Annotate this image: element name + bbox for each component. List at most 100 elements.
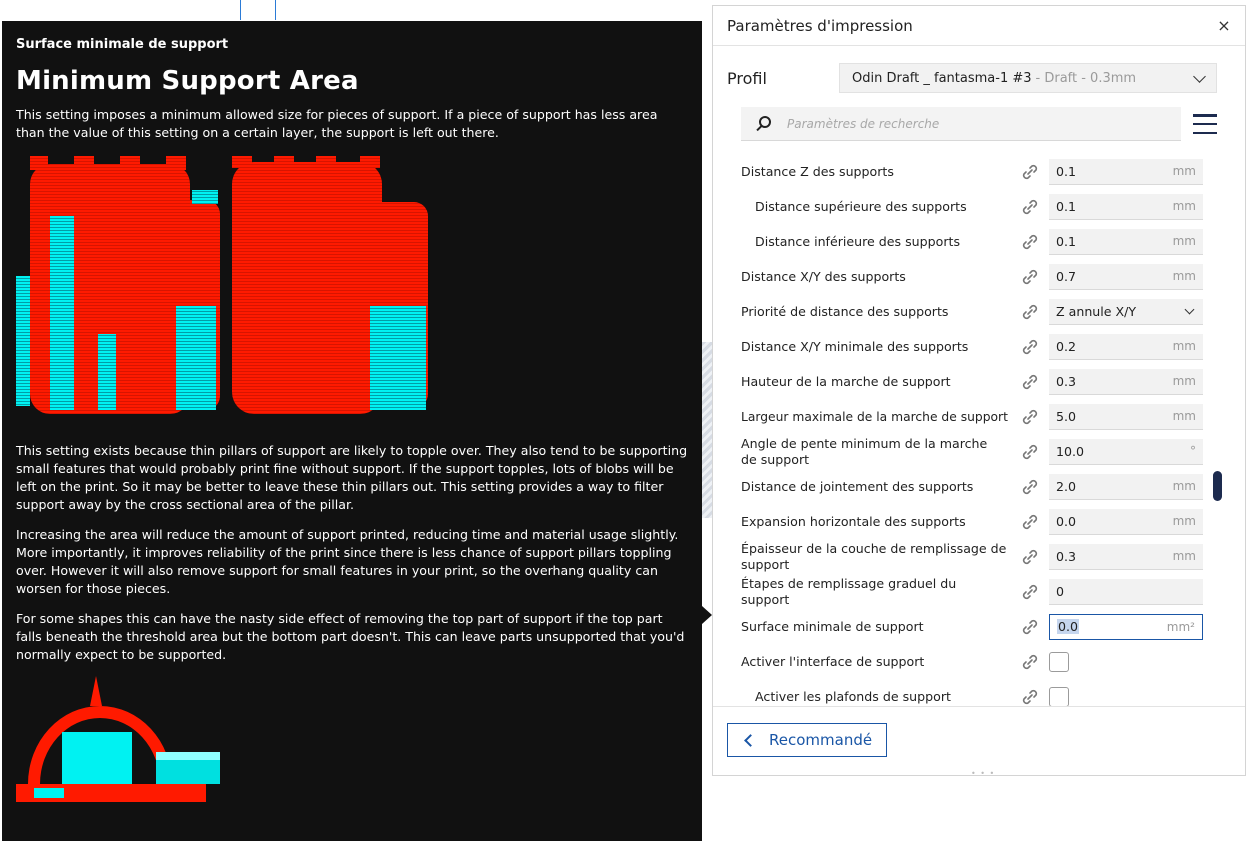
resize-handle[interactable]: • • • [971,769,995,778]
setting-label: Activer l'interface de support [741,653,925,669]
background-guide-line [275,0,276,20]
search-input[interactable] [787,116,1167,131]
link-icon[interactable] [1019,231,1041,253]
setting-value-input[interactable]: 0.3 mm [1049,543,1203,570]
tooltip-paragraph: This setting exists because thin pillars… [16,443,688,512]
background-guide-line [240,0,241,20]
tooltip-setting-name: Surface minimale de support [16,37,229,52]
setting-label: Distance supérieure des supports [755,198,967,214]
link-icon[interactable] [1019,161,1041,183]
setting-row: Hauteur de la marche de support 0.3 mm [741,364,1211,399]
setting-tooltip: Surface minimale de support Minimum Supp… [2,21,702,841]
tooltip-title: Minimum Support Area [16,66,359,96]
setting-value-input[interactable]: 0 [1049,578,1203,605]
search-icon [755,115,773,133]
setting-row: Étapes de remplissage graduel du support… [741,574,1211,609]
setting-label: Distance inférieure des supports [755,233,961,249]
setting-label: Hauteur de la marche de support [741,373,951,389]
setting-label: Activer les plafonds de support [755,688,951,704]
setting-label: Priorité de distance des supports [741,303,949,319]
print-settings-panel: Paramètres d'impression × Profil Odin Dr… [712,5,1246,778]
setting-row: Activer l'interface de support [741,644,1211,679]
setting-value-input[interactable]: 0.1 mm [1049,193,1203,220]
profile-label: Profil [727,68,767,88]
setting-row: Largeur maximale de la marche de support… [741,399,1211,434]
panel-title: Paramètres d'impression [727,16,913,35]
search-row [741,106,1231,142]
setting-value-input[interactable]: 0.1 mm [1049,228,1203,255]
tooltip-paragraph: This setting imposes a minimum allowed s… [16,107,658,140]
setting-label: Surface minimale de support [741,618,924,634]
chevron-left-icon [744,733,757,747]
close-icon[interactable]: × [1217,17,1231,33]
link-icon[interactable] [1019,546,1041,568]
profile-name: Odin Draft _ fantasma-1 #3 [852,70,1032,86]
setting-value-input[interactable]: 10.0 ° [1049,438,1203,465]
link-icon[interactable] [1019,336,1041,358]
link-icon[interactable] [1019,476,1041,498]
minimum-support-area-input[interactable]: 0.0 mm² [1049,613,1203,640]
link-icon[interactable] [1019,616,1041,638]
setting-label: Largeur maximale de la marche de support [741,409,1008,424]
link-icon[interactable] [1019,581,1041,603]
scrollbar-thumb[interactable] [1213,471,1222,501]
recommended-button[interactable]: Recommandé [727,723,887,757]
setting-label: Distance de jointement des supports [741,478,974,494]
setting-value-input[interactable]: 0.7 mm [1049,263,1203,290]
link-icon[interactable] [1019,511,1041,533]
support-area-illustration-image [16,156,428,414]
link-icon[interactable] [1019,686,1041,708]
setting-row: Distance X/Y minimale des supports 0.2 mm [741,329,1211,364]
link-icon[interactable] [1019,266,1041,288]
setting-label: Distance X/Y des supports [741,268,906,284]
setting-label: Étapes de remplissage graduel du support [741,575,957,607]
setting-row: Distance X/Y des supports 0.7 mm [741,259,1211,294]
enable-support-interface-checkbox[interactable] [1049,651,1069,672]
support-cutoff-illustration-image [16,676,220,802]
tooltip-paragraph: Increasing the area will reduce the amou… [16,527,679,596]
setting-row: Priorité de distance des supports Z annu… [741,294,1211,329]
profile-row: Profil Odin Draft _ fantasma-1 #3 - Draf… [727,63,1233,93]
setting-label: Angle de pente minimum de la marche de s… [741,435,988,467]
enable-support-roof-checkbox[interactable] [1049,686,1069,707]
setting-row: Distance inférieure des supports 0.1 mm [741,224,1211,259]
link-icon[interactable] [1019,301,1041,323]
tooltip-paragraph: For some shapes this can have the nasty … [16,611,685,662]
chevron-down-icon [1184,304,1195,314]
setting-row: Surface minimale de support 0.0 mm² [741,609,1211,644]
setting-value-input[interactable]: 0.0 mm [1049,508,1203,535]
settings-list[interactable]: Distance Z des supports 0.1 mm Distance s… [741,154,1211,709]
tooltip-pointer [702,606,712,624]
setting-label: Distance X/Y minimale des supports [741,338,969,354]
link-icon[interactable] [1019,371,1041,393]
setting-value-input[interactable]: 0.1 mm [1049,158,1203,185]
setting-row: Distance Z des supports 0.1 mm [741,154,1211,189]
link-icon[interactable] [1019,406,1041,428]
setting-row: Activer les plafonds de support [741,679,1211,709]
setting-value-input[interactable]: 0.3 mm [1049,368,1203,395]
search-box [741,107,1181,141]
setting-row: Distance supérieure des supports 0.1 mm [741,189,1211,224]
application-window: Surface minimale de support Minimum Supp… [0,0,1246,842]
panel-header: Paramètres d'impression × [713,6,1245,46]
profile-quality: - Draft - 0.3mm [1035,70,1137,86]
link-icon[interactable] [1019,651,1041,673]
link-icon[interactable] [1019,441,1041,463]
setting-value-input[interactable]: 2.0 mm [1049,473,1203,500]
setting-label: Expansion horizontale des supports [741,513,966,529]
chevron-down-icon [1193,70,1206,83]
setting-row: Angle de pente minimum de la marche de s… [741,434,1211,469]
setting-label: Épaisseur de la couche de remplissage de… [741,540,1007,572]
panel-footer: Recommandé • • • [713,706,1245,778]
setting-value-input[interactable]: 0.2 mm [1049,333,1203,360]
setting-label: Distance Z des supports [741,163,894,179]
setting-row: Distance de jointement des supports 2.0 m… [741,469,1211,504]
setting-row: Épaisseur de la couche de remplissage de… [741,539,1211,574]
setting-value-input[interactable]: 5.0 mm [1049,403,1203,430]
recommended-label: Recommandé [769,731,873,749]
hamburger-menu-icon[interactable] [1193,114,1217,134]
setting-value-dropdown[interactable]: Z annule X/Y [1049,298,1203,325]
profile-dropdown[interactable]: Odin Draft _ fantasma-1 #3 - Draft - 0.3… [839,63,1217,93]
setting-row: Expansion horizontale des supports 0.0 mm [741,504,1211,539]
link-icon[interactable] [1019,196,1041,218]
